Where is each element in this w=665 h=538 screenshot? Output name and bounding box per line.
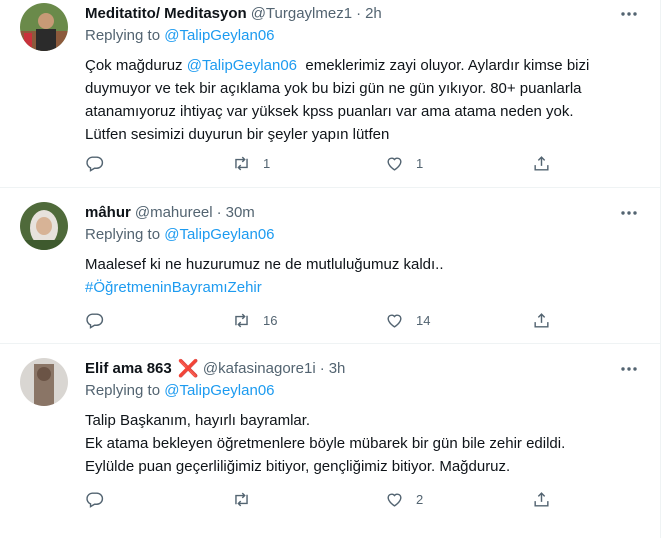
replying-to-label: Replying to: [85, 226, 165, 243]
author-handle[interactable]: @kafasinagore1i: [203, 359, 316, 379]
reply-button[interactable]: [85, 488, 116, 510]
share-icon: [534, 155, 549, 171]
share-icon: [534, 491, 549, 507]
more-icon[interactable]: [619, 4, 639, 24]
text-segment: emeklerimiz zayi oluyor. Aylardır kimse …: [297, 57, 590, 74]
like-count: 2: [416, 491, 424, 507]
tweet-text: Talip Başkanım, hayırlı bayramlar. Ek at…: [85, 409, 645, 478]
retweet-count: 16: [263, 312, 278, 328]
tweet-actions: 2: [85, 488, 555, 510]
retweet-button[interactable]: [232, 488, 263, 510]
reply-icon: [86, 312, 104, 329]
mention-link[interactable]: @TalipGeylan06: [187, 57, 297, 74]
share-button[interactable]: [532, 309, 551, 331]
author-handle[interactable]: @Turgaylmez1: [251, 4, 352, 24]
more-icon[interactable]: [619, 359, 639, 379]
retweet-button[interactable]: 1: [232, 152, 270, 174]
avatar[interactable]: [20, 3, 68, 51]
tweet[interactable]: Meditatito/ Meditasyon @Turgaylmez1 · 2h…: [0, 0, 661, 188]
like-button[interactable]: 1: [385, 152, 423, 174]
author-handle[interactable]: @mahureel: [135, 203, 213, 223]
timestamp[interactable]: 30m: [226, 203, 255, 223]
retweet-button[interactable]: 16: [232, 309, 277, 331]
replying-to-label: Replying to: [85, 382, 165, 399]
text-line: Lütfen sesimizi duyurun bir şeyler yapın…: [85, 126, 390, 143]
text-line: duymuyor ve tek bir açıklama yok bu bizi…: [85, 80, 582, 97]
separator-dot: ·: [356, 5, 362, 22]
separator-dot: ·: [216, 204, 222, 221]
tweet[interactable]: Elif ama 863 ❌ @kafasinagore1i · 3h Repl…: [0, 345, 661, 538]
like-button[interactable]: 2: [385, 488, 423, 510]
retweet-count: 1: [263, 155, 271, 171]
share-button[interactable]: [532, 152, 551, 174]
avatar[interactable]: [20, 358, 68, 406]
heart-icon: [387, 157, 402, 171]
author-name[interactable]: Elif ama 863: [85, 359, 172, 379]
reply-icon: [86, 155, 104, 172]
author-name[interactable]: Meditatito/ Meditasyon: [85, 4, 247, 24]
reply-button[interactable]: [85, 152, 116, 174]
text-line: Talip Başkanım, hayırlı bayramlar.: [85, 412, 311, 429]
heart-icon: [387, 493, 402, 507]
heart-icon: [387, 314, 402, 328]
like-count: 14: [416, 312, 431, 328]
like-button[interactable]: 14: [385, 309, 430, 331]
text-line: Maalesef ki ne huzurumuz ne de mutluluğu…: [85, 256, 444, 273]
cross-mark-icon: ❌: [177, 359, 199, 378]
tweet-text: Çok mağduruz @TalipGeylan06 emeklerimiz …: [85, 54, 645, 146]
text-line: atanamıyoruz ihtiyaç var yüksek kpss pua…: [85, 103, 574, 120]
retweet-icon: [235, 156, 248, 170]
replying-to: Replying to @TalipGeylan06: [85, 225, 275, 245]
tweet-actions: 16 14: [85, 309, 555, 331]
timestamp[interactable]: 2h: [365, 4, 382, 24]
text-line: Eylülde puan geçerliliğimiz bitiyor, gen…: [85, 458, 511, 475]
text-segment: Çok mağduruz: [85, 57, 187, 74]
reply-icon: [86, 491, 104, 508]
avatar[interactable]: [20, 202, 68, 250]
tweet-text: Maalesef ki ne huzurumuz ne de mutluluğu…: [85, 253, 645, 299]
replying-to: Replying to @TalipGeylan06: [85, 381, 275, 401]
author-name[interactable]: mâhur: [85, 203, 131, 223]
replying-to-mention[interactable]: @TalipGeylan06: [164, 27, 274, 44]
tweet-feed: Meditatito/ Meditasyon @Turgaylmez1 · 2h…: [0, 0, 661, 538]
retweet-icon: [235, 313, 248, 327]
hashtag-link[interactable]: #ÖğretmeninBayramıZehir: [85, 276, 645, 299]
tweet-actions: 1 1: [85, 152, 555, 174]
like-count: 1: [416, 155, 424, 171]
share-button[interactable]: [532, 488, 551, 510]
replying-to: Replying to @TalipGeylan06: [85, 26, 275, 46]
timestamp[interactable]: 3h: [329, 359, 346, 379]
tweet[interactable]: mâhur @mahureel · 30m Replying to @Talip…: [0, 189, 661, 344]
reply-button[interactable]: [85, 309, 116, 331]
replying-to-mention[interactable]: @TalipGeylan06: [164, 226, 274, 243]
replying-to-mention[interactable]: @TalipGeylan06: [164, 382, 274, 399]
more-icon[interactable]: [619, 203, 639, 223]
text-line: Ek atama bekleyen öğretmenlere böyle müb…: [85, 435, 566, 452]
replying-to-label: Replying to: [85, 27, 165, 44]
share-icon: [534, 312, 549, 328]
separator-dot: ·: [319, 360, 325, 377]
retweet-icon: [235, 492, 248, 506]
